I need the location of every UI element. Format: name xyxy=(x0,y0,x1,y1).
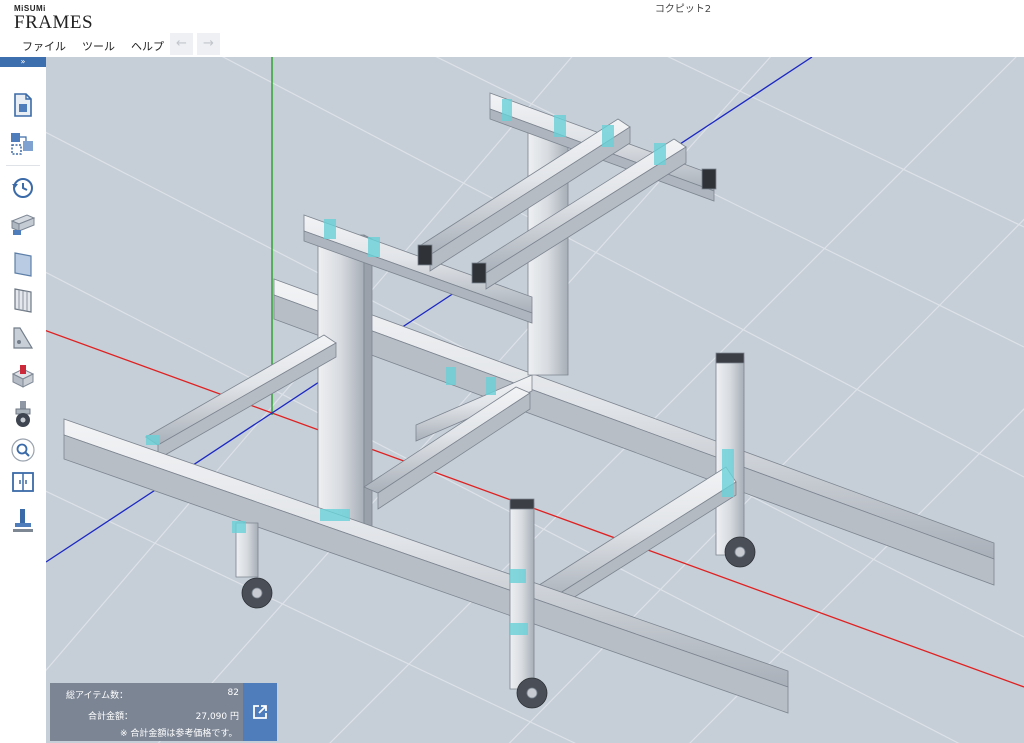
beam-back-top xyxy=(273,278,995,560)
item-count-label: 総アイテム数： xyxy=(66,691,129,701)
mesh-panel-icon xyxy=(14,288,32,313)
assembly-icon xyxy=(11,133,33,155)
door-icon xyxy=(12,472,34,492)
aluminum-frame[interactable] xyxy=(63,92,995,714)
frame-model-view[interactable] xyxy=(46,57,1024,743)
new-file-button[interactable] xyxy=(8,90,38,120)
menu-tools[interactable]: ツール xyxy=(74,38,123,54)
toolbar-collapse-button[interactable]: » xyxy=(0,57,46,67)
door-button[interactable] xyxy=(8,467,38,497)
item-count-value: 82 xyxy=(227,688,239,698)
accessory-icon xyxy=(11,365,35,388)
frame-profile-button[interactable] xyxy=(8,209,38,239)
caster-button[interactable] xyxy=(8,399,38,429)
document-title: コクピット2 xyxy=(654,4,712,15)
accessory-button[interactable] xyxy=(8,361,38,391)
3d-viewport[interactable] xyxy=(46,57,1024,743)
search-button[interactable] xyxy=(8,435,38,465)
panel-icon xyxy=(14,252,32,277)
total-label: 合計金額： xyxy=(88,712,134,722)
total-value: 27,090 円 xyxy=(195,712,239,722)
undo-button[interactable]: ← xyxy=(170,33,193,55)
panel-button[interactable] xyxy=(8,249,38,279)
caster-icon xyxy=(15,401,31,427)
summary-body: 総アイテム数： 82 合計金額： 27,090 円 ※ 合計金額は参考価格です。 xyxy=(50,683,243,741)
beam-cross-right xyxy=(535,466,737,603)
history-button[interactable] xyxy=(8,173,38,203)
external-link-icon xyxy=(253,705,267,719)
leg-front-right xyxy=(509,502,535,690)
leg-right-back-cap xyxy=(715,352,745,364)
redo-button[interactable]: → xyxy=(197,33,220,55)
undo-redo-group: ← → xyxy=(170,33,220,55)
brand-big: FRAMES xyxy=(14,12,94,33)
open-summary-button[interactable] xyxy=(243,683,277,741)
frame-profile-icon xyxy=(10,214,36,235)
history-icon xyxy=(12,178,33,198)
menu-help[interactable]: ヘルプ xyxy=(123,38,172,54)
search-icon xyxy=(11,438,35,462)
menu-file[interactable]: ファイル xyxy=(14,38,74,54)
arrow-left-icon: ← xyxy=(176,36,187,51)
toolbar-divider xyxy=(6,165,40,166)
price-note: ※ 合計金額は参考価格です。 xyxy=(120,729,238,739)
bracket-icon xyxy=(13,327,34,349)
app-header: MiSUMi FRAMES コクピット2 ファイル ツール ヘルプ ← → xyxy=(0,0,1024,57)
post-left xyxy=(317,234,365,530)
arrow-right-icon: → xyxy=(203,36,214,51)
leveler-icon xyxy=(13,509,33,532)
mesh-panel-button[interactable] xyxy=(8,285,38,315)
leveler-button[interactable] xyxy=(8,505,38,535)
left-toolbar: » xyxy=(0,57,46,743)
order-summary-panel: 総アイテム数： 82 合計金額： 27,090 円 ※ 合計金額は参考価格です。 xyxy=(50,683,277,741)
new-file-icon xyxy=(14,93,32,117)
assembly-button[interactable] xyxy=(8,129,38,159)
bracket-button[interactable] xyxy=(8,323,38,353)
menu-bar: ファイル ツール ヘルプ xyxy=(14,38,172,54)
